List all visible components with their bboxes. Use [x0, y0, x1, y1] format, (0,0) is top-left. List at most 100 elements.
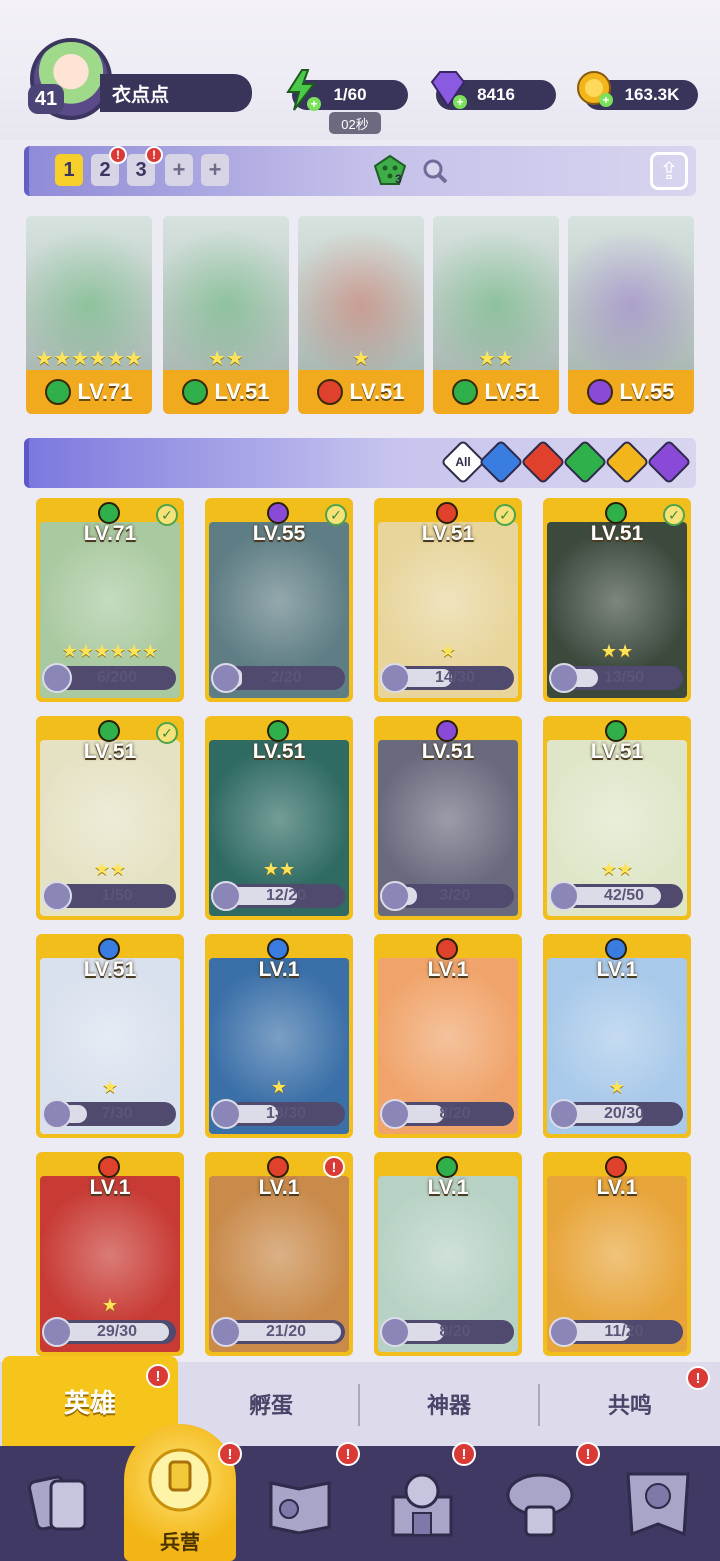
hero-card[interactable]: LV.1 ★ 13/30	[205, 934, 353, 1138]
zoom-icon[interactable]	[421, 157, 449, 185]
nav-barracks[interactable]: 兵营	[124, 1424, 236, 1561]
star-rating: ★★	[93, 859, 127, 879]
player-name[interactable]: 衣点点	[100, 74, 252, 112]
shard-count: 42/50	[603, 887, 645, 904]
shard-count: 11/20	[604, 1323, 644, 1340]
element-blue-icon	[98, 938, 120, 960]
all-filter-icon[interactable]: All	[440, 439, 486, 485]
fire-element-icon[interactable]	[520, 439, 566, 485]
light-element-icon[interactable]	[604, 439, 650, 485]
shard-count: 3/20	[439, 887, 471, 904]
hero-level: LV.55	[252, 522, 306, 545]
nav-castle[interactable]	[380, 1462, 464, 1546]
hero-card[interactable]: LV.51 ★ 7/30	[36, 934, 184, 1138]
nav-guild[interactable]	[498, 1462, 582, 1546]
hero-card[interactable]: LV.1 ★ 29/30	[36, 1152, 184, 1356]
hero-level: LV.1	[89, 1176, 131, 1199]
star-rating: ★	[608, 1077, 626, 1097]
element-blue-icon	[605, 938, 627, 960]
filter-label	[529, 448, 557, 476]
team-hero-card[interactable]: ★★ LV.51	[163, 216, 289, 414]
subtab-artifacts[interactable]: 神器	[360, 1362, 538, 1446]
element-filter-bar: All	[24, 438, 696, 488]
team-hero-level: LV.71	[77, 379, 133, 404]
hero-card[interactable]: LV.1 ★ 20/30	[543, 934, 691, 1138]
star-rating: ★	[352, 348, 370, 370]
team-tab-1[interactable]: 1	[55, 154, 83, 186]
team-tab-add-2[interactable]: +	[201, 154, 229, 186]
star-rating: ★★	[600, 641, 634, 661]
team-hero-level-bar: LV.51	[163, 370, 289, 414]
shard-progress: 42/50	[549, 881, 683, 911]
element-purple-icon	[436, 720, 458, 742]
element-red-icon	[267, 1156, 289, 1178]
nav-cards[interactable]	[18, 1462, 102, 1546]
team-hero-card[interactable]: LV.55	[568, 216, 694, 414]
nav-map-alert: !	[336, 1442, 360, 1466]
map-book-icon	[269, 1481, 331, 1535]
shard-count: 7/30	[101, 1105, 133, 1122]
hero-card[interactable]: LV.1 21/20!	[205, 1152, 353, 1356]
nav-banner[interactable]	[616, 1462, 700, 1546]
element-green-icon	[605, 502, 627, 524]
element-purple-icon	[267, 502, 289, 524]
hero-level: LV.51	[421, 740, 475, 763]
svg-text:+: +	[456, 95, 463, 109]
castle-icon	[391, 1473, 453, 1537]
hero-card[interactable]: LV.51 ★ 14/30 ✓	[374, 498, 522, 702]
hero-card[interactable]: LV.51 ★★ 13/50 ✓	[543, 498, 691, 702]
wind-element-icon[interactable]	[562, 439, 608, 485]
filter-label	[571, 448, 599, 476]
shard-progress: 14/30	[380, 663, 514, 693]
hero-card[interactable]: LV.1 8/20	[374, 934, 522, 1138]
hero-card[interactable]: LV.1 11/20	[543, 1152, 691, 1356]
hero-upgrade-alert: !	[323, 1156, 345, 1178]
element-green-icon	[267, 720, 289, 742]
water-element-icon[interactable]	[478, 439, 524, 485]
team-hero-card[interactable]: ★★★★★★ LV.71	[26, 216, 152, 414]
nav-barracks-alert: !	[218, 1442, 242, 1466]
shard-progress: 2/20	[211, 663, 345, 693]
shard-count: 13/50	[603, 669, 645, 686]
nav-map[interactable]	[258, 1462, 342, 1546]
star-rating: ★★	[600, 859, 634, 879]
star-rating: ★★★★★★	[61, 641, 159, 661]
hero-card[interactable]: LV.51 ★★ 12/20	[205, 716, 353, 920]
shard-progress: 1/50	[42, 881, 176, 911]
team-selector-bar: 1 2 ! 3 ! + + 3 ⇪	[24, 146, 696, 196]
hero-card[interactable]: LV.71 ★★★★★★ 6/200 ✓	[36, 498, 184, 702]
hero-level: LV.51	[590, 522, 644, 545]
hero-level: LV.51	[590, 740, 644, 763]
team-hero-card[interactable]: ★ LV.51	[298, 216, 424, 414]
subtab-resonance-alert: !	[686, 1366, 710, 1390]
team-tab-add-1[interactable]: +	[165, 154, 193, 186]
gems-value: 8416	[477, 85, 515, 104]
star-rating: ★★	[262, 859, 296, 879]
gold-value: 163.3K	[624, 85, 680, 104]
share-button[interactable]: ⇪	[650, 152, 688, 190]
hero-card[interactable]: LV.51 ★★ 42/50	[543, 716, 691, 920]
shard-count: 29/30	[96, 1323, 138, 1340]
hero-card[interactable]: LV.55 2/20 ✓	[205, 498, 353, 702]
player-level-badge: 41	[28, 84, 64, 114]
in-team-check-icon: ✓	[156, 504, 178, 526]
shard-progress: 13/50	[549, 663, 683, 693]
hero-card[interactable]: LV.51 3/20	[374, 716, 522, 920]
hero-level: LV.51	[83, 740, 137, 763]
star-rating: ★★	[478, 348, 514, 370]
energy-timer: 02秒	[329, 112, 381, 134]
hero-card[interactable]: LV.1 8/20	[374, 1152, 522, 1356]
element-red-icon	[436, 938, 458, 960]
shard-count: 8/20	[439, 1323, 471, 1340]
shard-progress: 29/30	[42, 1317, 176, 1347]
team-tab-3-alert: !	[145, 146, 163, 164]
team-hero-card[interactable]: ★★ LV.51	[433, 216, 559, 414]
element-green-icon	[452, 379, 479, 405]
star-rating: ★	[101, 1295, 119, 1315]
dark-element-icon[interactable]	[646, 439, 692, 485]
hero-card[interactable]: LV.51 ★★ 1/50 ✓	[36, 716, 184, 920]
shard-progress: 11/20	[549, 1317, 683, 1347]
subtab-heroes-alert: !	[146, 1364, 170, 1388]
hero-level: LV.51	[421, 522, 475, 545]
in-team-check-icon: ✓	[156, 722, 178, 744]
